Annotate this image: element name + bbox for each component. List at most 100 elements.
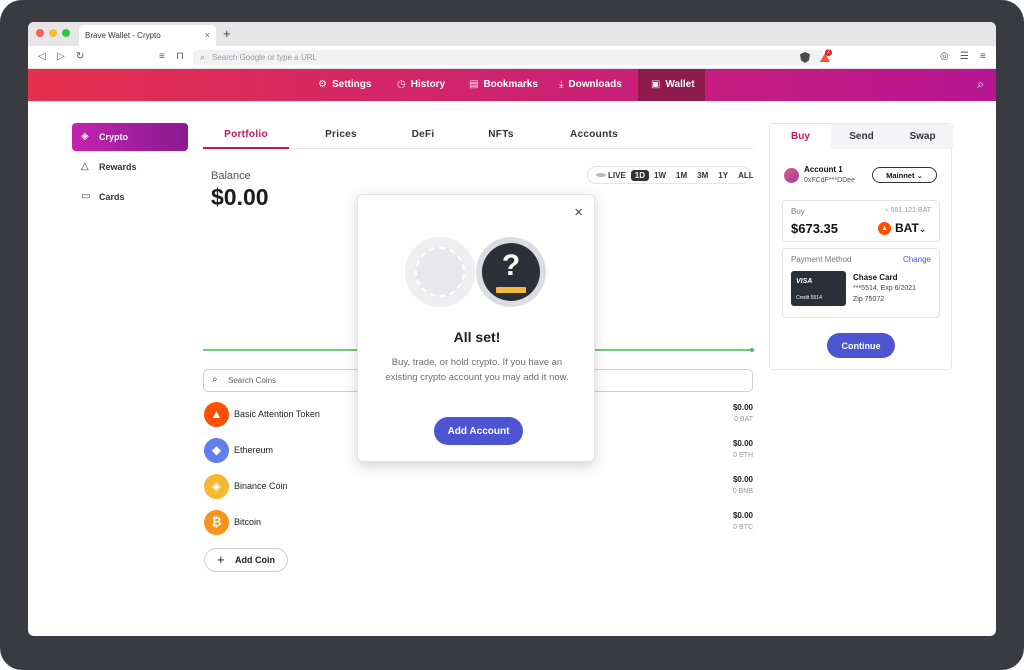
address-bar[interactable]: ⌕ Search Google or type a URL [193,50,823,65]
continue-button[interactable]: Continue [827,333,895,358]
coin-amount: 0 BNB [732,488,753,495]
onboarding-modal: × ? All set! Buy, trade, or hold crypto.… [357,194,595,462]
balance-value: $0.00 [211,184,269,210]
nav-label: Wallet [665,79,695,90]
tab-close-icon[interactable]: × [205,30,210,40]
sidebar-item-cards[interactable]: ▭ Cards [72,183,188,211]
content-tabs: Portfolio Prices DeFi NFTs Accounts [203,123,753,149]
sidebar-item-label: Cards [99,192,125,202]
rewards-icon: △ [81,161,89,172]
coin-name: Bitcoin [234,517,262,527]
network-selector[interactable]: Mainnet ⌄ [872,167,937,183]
coin-fiat: $0.00 [732,475,753,484]
gold-bar [496,287,526,293]
search-icon[interactable]: ⌕ [977,77,984,92]
tab-prices[interactable]: Prices [313,129,369,140]
coin-row-bnb[interactable]: ◈ Binance Coin $0.00 0 BNB [203,472,753,502]
wallet-icon: ▣ [651,79,661,90]
maximize-window-button[interactable] [62,29,70,37]
nav-wallet[interactable]: ▣ Wallet [638,69,705,101]
dashed-circle [415,247,465,297]
nav-bookmarks[interactable]: ▤ Bookmarks [469,69,538,101]
toolbar: ◁ ▷ ↻ ≡ ⊓ ⌕ Search Google or type a URL … [28,46,996,69]
bookmark-icon[interactable]: ⊓ [176,51,184,62]
range-1d[interactable]: 1D [630,169,650,181]
coin-row-btc[interactable]: ₿ Bitcoin $0.00 0 BTC [203,508,753,538]
tab-nfts[interactable]: NFTs [476,129,526,140]
card-type: Credit 5514 [796,295,822,301]
gear-icon: ⚙ [318,79,327,90]
nav-history[interactable]: ◷ History [397,69,445,101]
tab-defi[interactable]: DeFi [398,129,448,140]
nav-settings[interactable]: ⚙ Settings [318,69,371,101]
search-icon: ⌕ [200,52,206,62]
nav-label: History [410,79,446,90]
sidebar-item-crypto[interactable]: ◈ Crypto [72,123,188,151]
browser-window: Brave Wallet - Crypto × + ◁ ▷ ↻ ≡ ⊓ ⌕ Se… [28,22,996,636]
asset-symbol: BAT [895,221,919,235]
buy-amount-field[interactable]: Buy ≈ 561.121 BAT $673.35 ▲ BAT⌄ [782,200,940,242]
chevron-down-icon: ⌄ [918,224,927,234]
plus-icon: + [217,552,225,567]
sidebar-item-label: Crypto [99,132,128,142]
nav-label: Downloads [568,79,622,90]
tab-send[interactable]: Send [831,124,892,149]
tab-swap[interactable]: Swap [892,124,953,149]
tab-portfolio[interactable]: Portfolio [203,129,289,140]
reading-list-icon[interactable]: ☰ [960,51,969,62]
range-3m[interactable]: 3M [692,171,713,180]
address-placeholder: Search Google or type a URL [212,53,317,62]
payment-method-box: Payment Method Change VISA Credit 5514 C… [782,248,940,318]
new-tab-button[interactable]: + [223,26,231,41]
sidebar-item-label: Rewards [99,162,137,172]
add-coin-label: Add Coin [235,555,275,565]
bitcoin-icon: ₿ [204,510,229,535]
close-window-button[interactable] [36,29,44,37]
question-account-illustration: ? [476,237,546,307]
range-1w[interactable]: 1W [649,171,671,180]
payment-method-label: Payment Method [791,255,852,264]
tab-accounts[interactable]: Accounts [558,129,630,140]
close-icon[interactable]: × [574,204,583,221]
tab-bar: Brave Wallet - Crypto × + [28,22,996,46]
change-payment-link[interactable]: Change [903,255,931,264]
forward-icon[interactable]: ▷ [57,51,65,62]
network-label: Mainnet [886,171,915,180]
add-account-button[interactable]: Add Account [434,417,523,445]
bat-icon: ▲ [204,402,229,427]
card-icon: ▭ [81,191,91,202]
browser-tab[interactable]: Brave Wallet - Crypto × [79,25,216,46]
card-zip: Zip 75072 [853,296,885,303]
coin-name: Basic Attention Token [234,409,320,419]
credit-card-image: VISA Credit 5514 [791,271,846,306]
card-name: Chase Card [853,273,898,282]
range-all[interactable]: ALL [733,171,759,180]
coin-fiat: $0.00 [732,403,753,412]
coin-amount: 0 BTC [733,524,753,531]
binance-icon: ◈ [204,474,229,499]
minimize-window-button[interactable] [49,29,57,37]
add-coin-button[interactable]: + Add Coin [204,548,288,572]
reader-icon[interactable]: ≡ [159,51,165,62]
search-placeholder: Search Coins [228,376,277,385]
modal-title: All set! [453,329,501,345]
range-live[interactable]: LIVE [608,171,631,180]
reload-icon[interactable]: ↻ [76,51,84,62]
menu-icon[interactable]: ≡ [980,51,986,62]
question-circle: ? [482,243,540,301]
range-1y[interactable]: 1Y [713,171,733,180]
range-1m[interactable]: 1M [671,171,692,180]
tab-buy[interactable]: Buy [770,124,831,149]
asset-selector[interactable]: BAT⌄ [895,221,926,235]
sidebar-item-rewards[interactable]: △ Rewards [72,153,188,181]
nav-downloads[interactable]: ⤓ Downloads [559,69,622,101]
back-icon[interactable]: ◁ [38,51,46,62]
bookmarks-icon: ▤ [469,79,479,90]
timeframe-selector: LIVE 1D 1W 1M 3M 1Y ALL [587,166,754,184]
card-number-expiry: ***5514, Exp 6/2021 [853,285,917,292]
extension-icon[interactable]: ◎ [940,51,949,62]
coin-name: Ethereum [234,445,274,455]
coin-fiat: $0.00 [732,439,753,448]
active-tab-indicator [203,147,289,149]
clock-icon: ◷ [397,79,406,90]
